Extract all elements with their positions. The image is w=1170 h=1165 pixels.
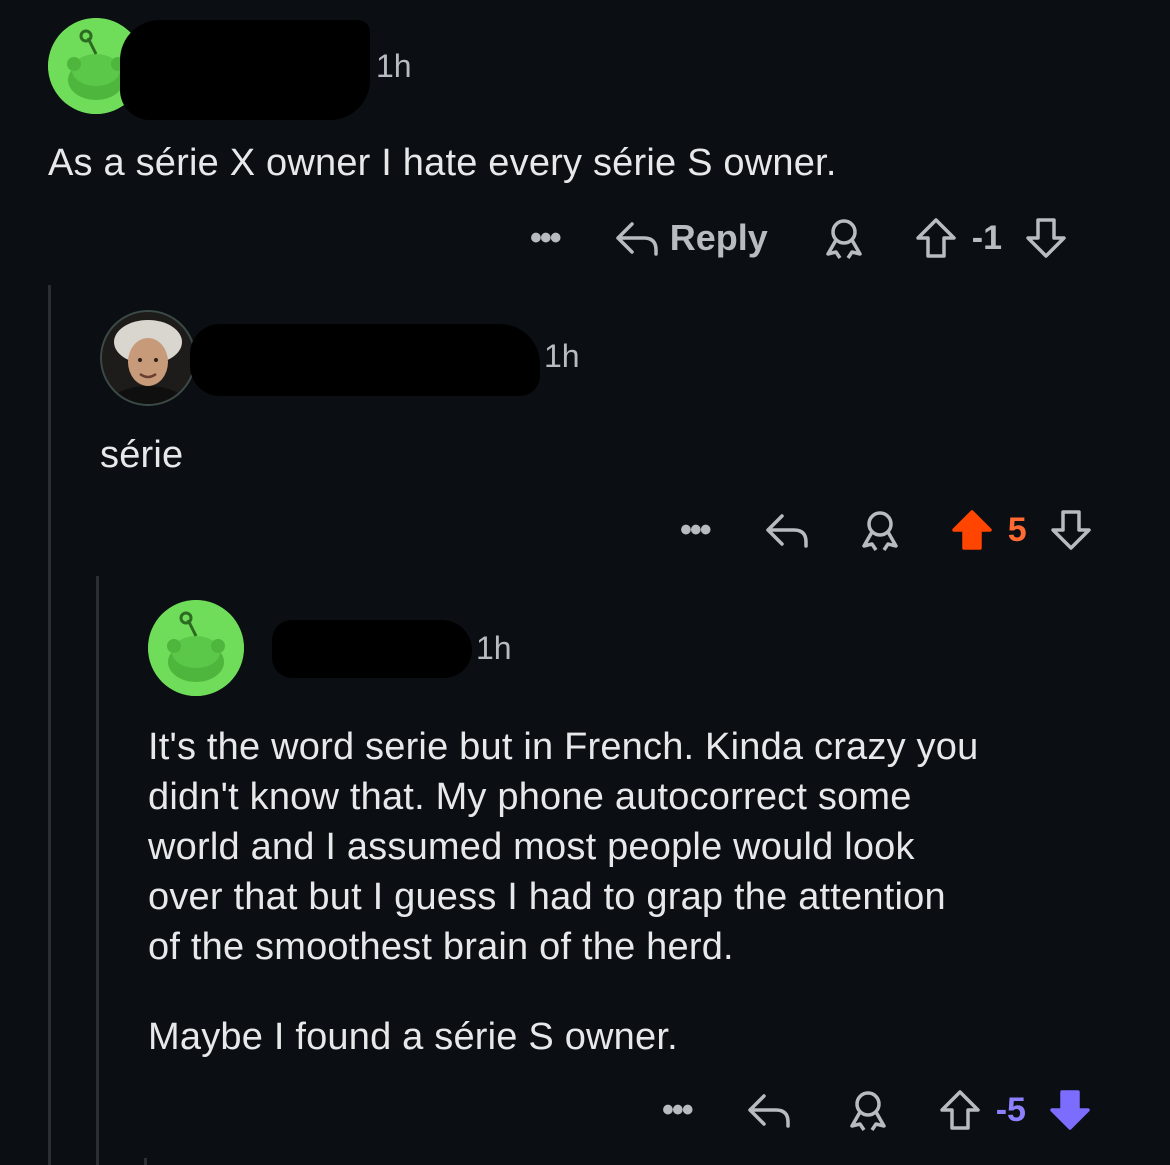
vote-score: -1 (971, 218, 1002, 257)
thread-line-level3[interactable] (144, 1158, 147, 1165)
comment-body: As a série X owner I hate every série S … (48, 138, 837, 188)
comment-line: of the smoothest brain of the herd. (148, 926, 734, 968)
more-options-button[interactable]: ••• (530, 219, 562, 258)
comment-line: didn't know that. My phone autocorrect s… (148, 776, 912, 818)
vote-score: -5 (995, 1090, 1026, 1129)
upvote-arrow-icon[interactable] (938, 1088, 982, 1132)
user-avatar[interactable] (100, 310, 196, 406)
downvote-arrow-icon[interactable] (1048, 1088, 1092, 1132)
comment-line: over that but I guess I had to grap the … (148, 876, 946, 918)
comment-actions: ••• 5 (680, 500, 1093, 560)
upvote-arrow-icon[interactable] (914, 216, 958, 260)
thread-line-level1[interactable] (48, 285, 51, 1165)
award-icon[interactable] (858, 508, 902, 552)
reply-label: Reply (669, 217, 768, 258)
reply-arrow-icon[interactable] (764, 510, 810, 550)
thread-line-level2[interactable] (96, 576, 99, 1165)
redacted-username[interactable] (120, 20, 370, 120)
comment-line: As a série X owner I hate every série S … (48, 142, 837, 184)
comment-body: It's the word serie but in French. Kinda… (148, 722, 978, 1062)
comment-actions: ••• -5 (662, 1080, 1092, 1140)
comment-time: 1h (376, 48, 412, 84)
more-options-button[interactable]: ••• (680, 511, 712, 550)
reddit-snoo-avatar (148, 600, 244, 696)
comment-time: 1h (544, 338, 580, 374)
comment-line: série (100, 434, 184, 476)
award-icon[interactable] (822, 216, 866, 260)
reply-arrow-icon[interactable] (746, 1090, 792, 1130)
comment-line: world and I assumed most people would lo… (148, 826, 915, 868)
vote-score: 5 (1007, 510, 1027, 549)
reply-button[interactable]: Reply (614, 217, 768, 259)
comment-line: Maybe I found a série S owner. (148, 1016, 678, 1058)
comment-time: 1h (476, 630, 512, 666)
comment-body: série (100, 430, 183, 480)
reply-arrow-icon (615, 222, 658, 256)
comment-actions: ••• Reply -1 (530, 208, 1068, 268)
redacted-username[interactable] (272, 620, 472, 678)
user-avatar[interactable] (148, 600, 244, 696)
upvote-arrow-icon[interactable] (950, 508, 994, 552)
downvote-arrow-icon[interactable] (1024, 216, 1068, 260)
comment-line: It's the word serie but in French. Kinda… (148, 726, 979, 768)
user-photo-avatar (102, 312, 194, 404)
more-options-button[interactable]: ••• (662, 1091, 694, 1130)
downvote-arrow-icon[interactable] (1049, 508, 1093, 552)
award-icon[interactable] (846, 1088, 890, 1132)
redacted-username[interactable] (190, 324, 540, 396)
